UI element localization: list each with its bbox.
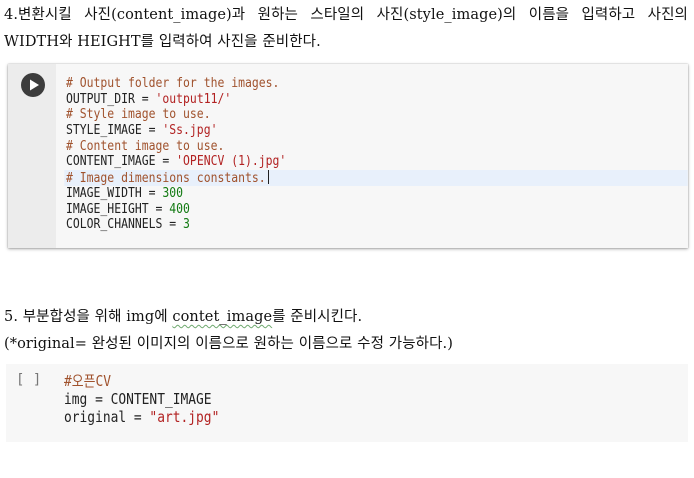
code-line[interactable]: IMAGE_WIDTH = 300 bbox=[66, 186, 601, 202]
code-token: 'OPENCV (1).jpg' bbox=[176, 154, 287, 170]
code-token: 400 bbox=[169, 201, 190, 217]
code-cell-2[interactable]: [ ] #오픈CV img = CONTENT_IMAGE original = "… bbox=[6, 364, 688, 442]
code-line[interactable]: IMAGE_HEIGHT = 400 bbox=[66, 202, 601, 218]
run-cell-bracket[interactable]: [ ] bbox=[16, 372, 41, 388]
code-line[interactable]: CONTENT_IMAGE = 'OPENCV (1).jpg' bbox=[66, 154, 601, 170]
section-5-note: (*original= 완성된 이미지의 이름으로 원하는 이름으로 수정 가능… bbox=[4, 336, 453, 352]
code-line[interactable]: # Image dimensions constants. bbox=[64, 170, 688, 186]
title-part: 를 준비시킨다. bbox=[272, 309, 363, 325]
code-line[interactable]: STYLE_IMAGE = 'Ss.jpg' bbox=[66, 123, 601, 139]
code-line[interactable]: #오픈CV bbox=[64, 372, 219, 390]
code-token: 'output11/' bbox=[155, 91, 232, 107]
code-token: OUTPUT_DIR = bbox=[66, 91, 156, 107]
code-token: 300 bbox=[162, 185, 184, 201]
code-line[interactable]: # Output folder for the images. bbox=[66, 76, 601, 92]
code-line[interactable]: # Style image to use. bbox=[66, 107, 601, 123]
title-underlined-term: contet_image bbox=[172, 309, 273, 325]
text-cursor bbox=[268, 170, 270, 185]
code-line[interactable]: img = CONTENT_IMAGE bbox=[64, 390, 219, 408]
code-editor-2[interactable]: #오픈CV img = CONTENT_IMAGE original = "art.… bbox=[64, 372, 219, 426]
code-token: 'Ss.jpg' bbox=[162, 123, 218, 139]
code-token: CONTENT_IMAGE = bbox=[66, 154, 177, 170]
code-editor-1[interactable]: # Output folder for the images. OUTPUT_DI… bbox=[64, 76, 688, 233]
code-line[interactable]: OUTPUT_DIR = 'output11/' bbox=[66, 92, 601, 108]
code-token: img = CONTENT_IMAGE bbox=[64, 390, 212, 408]
code-token: #오픈CV bbox=[64, 372, 112, 390]
code-token: STYLE_IMAGE = bbox=[66, 123, 163, 139]
code-token: # Style image to use. bbox=[66, 107, 211, 123]
code-token: IMAGE_HEIGHT = bbox=[66, 201, 170, 217]
run-cell-button[interactable] bbox=[21, 73, 45, 97]
section-4-text: 4.변환시킬 사진(content_image)과 원하는 스타일의 사진(st… bbox=[4, 7, 688, 50]
code-token: original = bbox=[64, 408, 150, 426]
code-cell-1[interactable]: # Output folder for the images. OUTPUT_DI… bbox=[8, 64, 688, 248]
code-line[interactable]: original = "art.jpg" bbox=[64, 408, 219, 426]
code-token: COLOR_CHANNELS = bbox=[66, 217, 184, 233]
section-5-title: 5. 부분합성을 위해 img에 contet_image를 준비시킨다. bbox=[4, 304, 688, 331]
title-part: 5. 부분합성을 위해 img에 bbox=[4, 309, 173, 325]
code-token: # Content image to use. bbox=[66, 138, 225, 154]
code-line[interactable]: COLOR_CHANNELS = 3 bbox=[66, 217, 601, 233]
code-token: 3 bbox=[183, 217, 190, 233]
code-token: # Output folder for the images. bbox=[66, 76, 280, 91]
code-token: "art.jpg" bbox=[149, 408, 220, 426]
code-token: # Image dimensions constants. bbox=[66, 171, 266, 187]
code-line[interactable]: # Content image to use. bbox=[66, 139, 601, 155]
section-5-text: 5. 부분합성을 위해 img에 contet_image를 준비시킨다. (*… bbox=[4, 304, 688, 358]
code-token: IMAGE_WIDTH = bbox=[66, 185, 163, 201]
play-icon bbox=[30, 79, 39, 91]
